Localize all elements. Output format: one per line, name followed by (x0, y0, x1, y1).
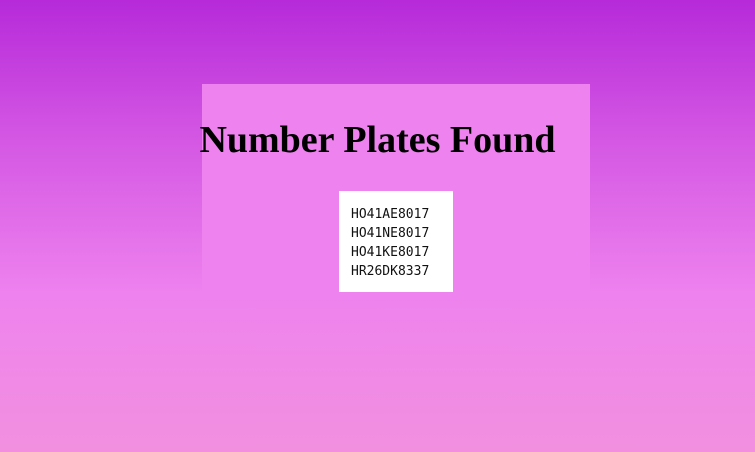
plates-list: HO41AE8017 HO41NE8017 HO41KE8017 HR26DK8… (339, 191, 453, 292)
plate-item: HR26DK8337 (351, 264, 430, 279)
plate-item: HO41AE8017 (351, 207, 430, 222)
page-title: Number Plates Found (199, 119, 556, 161)
plate-item: HO41NE8017 (351, 226, 430, 241)
plate-item: HO41KE8017 (351, 245, 430, 260)
